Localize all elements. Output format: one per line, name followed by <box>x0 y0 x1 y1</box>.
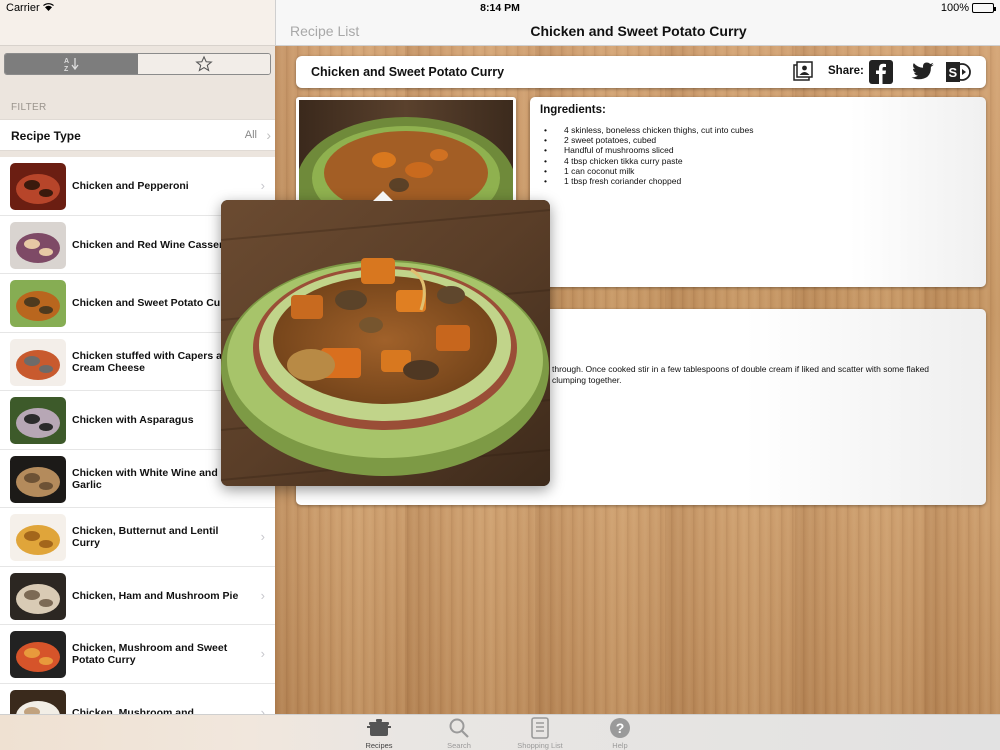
share-label: Share: <box>828 65 864 77</box>
popover-arrow <box>373 191 393 201</box>
ingredient-item: 2 sweet potatoes, cubed <box>540 135 753 145</box>
svg-text:A: A <box>64 58 69 65</box>
tab-label: Recipes <box>365 741 393 750</box>
status-time: 8:14 PM <box>480 2 520 14</box>
svg-text:?: ? <box>616 720 625 736</box>
sort-favorites-segment[interactable] <box>138 54 270 74</box>
star-icon <box>195 55 213 72</box>
svg-text:Z: Z <box>64 66 69 72</box>
recipe-type-label: Recipe Type <box>11 129 81 143</box>
method-line: clumping together. <box>552 374 622 385</box>
tab-bar: Recipes Search Shopping List ? Help <box>0 714 1000 750</box>
recipe-name: Chicken and Sweet Potato Curry <box>72 297 235 309</box>
ingredients-list: 4 skinless, boneless chicken thighs, cut… <box>540 125 753 186</box>
tab-label: Shopping List <box>517 741 563 750</box>
list-icon <box>531 717 549 739</box>
recipe-list-item[interactable]: Chicken, Mushroom and Sweet Potato Curry… <box>0 625 275 684</box>
battery-indicator: 100% <box>941 2 996 14</box>
recipe-title-card: Chicken and Sweet Potato Curry Share: S <box>296 56 986 88</box>
ingredient-item: 4 tbsp chicken tikka curry paste <box>540 156 753 166</box>
ingredient-item: 1 can coconut milk <box>540 166 753 176</box>
pot-icon <box>367 719 391 736</box>
tab-label: Search <box>447 741 471 750</box>
sort-az-icon: AZ <box>64 58 79 72</box>
enlarged-photo <box>221 200 550 486</box>
recipe-thumbnail <box>10 455 66 503</box>
recipe-type-value: All <box>244 129 257 141</box>
tab-shopping-list[interactable]: Shopping List <box>505 717 575 750</box>
recipe-name: Chicken, Mushroom and <box>72 706 194 715</box>
status-bar: Carrier 8:14 PM 100% <box>0 0 1000 16</box>
ingredients-card: Ingredients: 4 skinless, boneless chicke… <box>530 97 986 287</box>
method-text: through. Once cooked stir in a few table… <box>552 364 972 385</box>
sort-segmented-control[interactable]: AZ <box>4 53 271 75</box>
recipe-thumbnail <box>10 221 66 269</box>
sharepoint-icon[interactable]: S <box>945 60 971 89</box>
recipe-thumbnail <box>10 163 66 210</box>
chevron-right-icon: › <box>260 646 265 661</box>
recipe-list-item[interactable]: Chicken, Mushroom and › <box>0 683 275 715</box>
recipe-name: Chicken and Red Wine Casserole <box>72 238 239 251</box>
enlarged-photo-popover[interactable] <box>221 200 550 486</box>
recipe-title: Chicken and Sweet Potato Curry <box>311 65 505 79</box>
battery-icon <box>972 3 996 13</box>
recipe-name: Chicken, Butternut and Lentil Curry <box>72 525 219 549</box>
ingredient-item: Handful of mushrooms sliced <box>540 145 753 155</box>
recipe-thumbnail <box>10 280 66 327</box>
filter-section-label: FILTER <box>11 102 47 113</box>
sort-alpha-segment[interactable]: AZ <box>5 54 138 74</box>
svg-text:S: S <box>949 65 958 80</box>
ingredient-item: 4 skinless, boneless chicken thighs, cut… <box>540 125 753 135</box>
recipe-type-filter[interactable]: Recipe Type All › <box>0 119 275 151</box>
help-icon: ? <box>610 718 630 738</box>
recipe-thumbnail <box>10 689 66 714</box>
recipe-list-item[interactable]: Chicken, Ham and Mushroom Pie › <box>0 566 275 625</box>
chevron-right-icon: › <box>266 127 271 143</box>
search-icon <box>449 718 469 738</box>
method-line: through. Once cooked stir in a few table… <box>552 364 930 374</box>
photo-gallery-icon[interactable] <box>792 60 816 89</box>
ingredient-item: 1 tbsp fresh coriander chopped <box>540 176 753 186</box>
recipe-list-item[interactable]: Chicken, Butternut and Lentil Curry › <box>0 508 275 567</box>
recipe-thumbnail <box>10 338 66 386</box>
recipe-name: Chicken and Pepperoni <box>72 180 189 192</box>
recipe-thumbnail <box>10 397 66 444</box>
ingredients-heading: Ingredients: <box>540 104 606 116</box>
recipe-name: Chicken with White Wine and Garlic <box>72 466 218 491</box>
tab-search[interactable]: Search <box>424 717 494 750</box>
facebook-icon[interactable] <box>869 60 893 89</box>
tab-recipes[interactable]: Recipes <box>344 717 414 750</box>
recipe-name: Chicken, Ham and Mushroom Pie <box>72 589 239 602</box>
recipe-thumbnail <box>10 631 66 678</box>
chevron-right-icon: › <box>260 704 265 715</box>
tab-help[interactable]: ? Help <box>585 717 655 750</box>
recipe-name: Chicken, Mushroom and Sweet Potato Curry <box>72 642 228 666</box>
chevron-right-icon: › <box>260 178 265 193</box>
chevron-right-icon: › <box>260 529 265 544</box>
twitter-icon[interactable] <box>910 60 936 89</box>
recipe-name: Chicken stuffed with Capers and Cream Ch… <box>72 349 235 374</box>
chevron-right-icon: › <box>260 587 265 603</box>
page-title: Chicken and Sweet Potato Curry <box>530 23 747 39</box>
tab-label: Help <box>612 741 628 750</box>
recipe-name: Chicken with Asparagus <box>72 414 194 426</box>
recipe-thumbnail <box>10 514 66 561</box>
recipe-thumbnail <box>10 572 66 620</box>
